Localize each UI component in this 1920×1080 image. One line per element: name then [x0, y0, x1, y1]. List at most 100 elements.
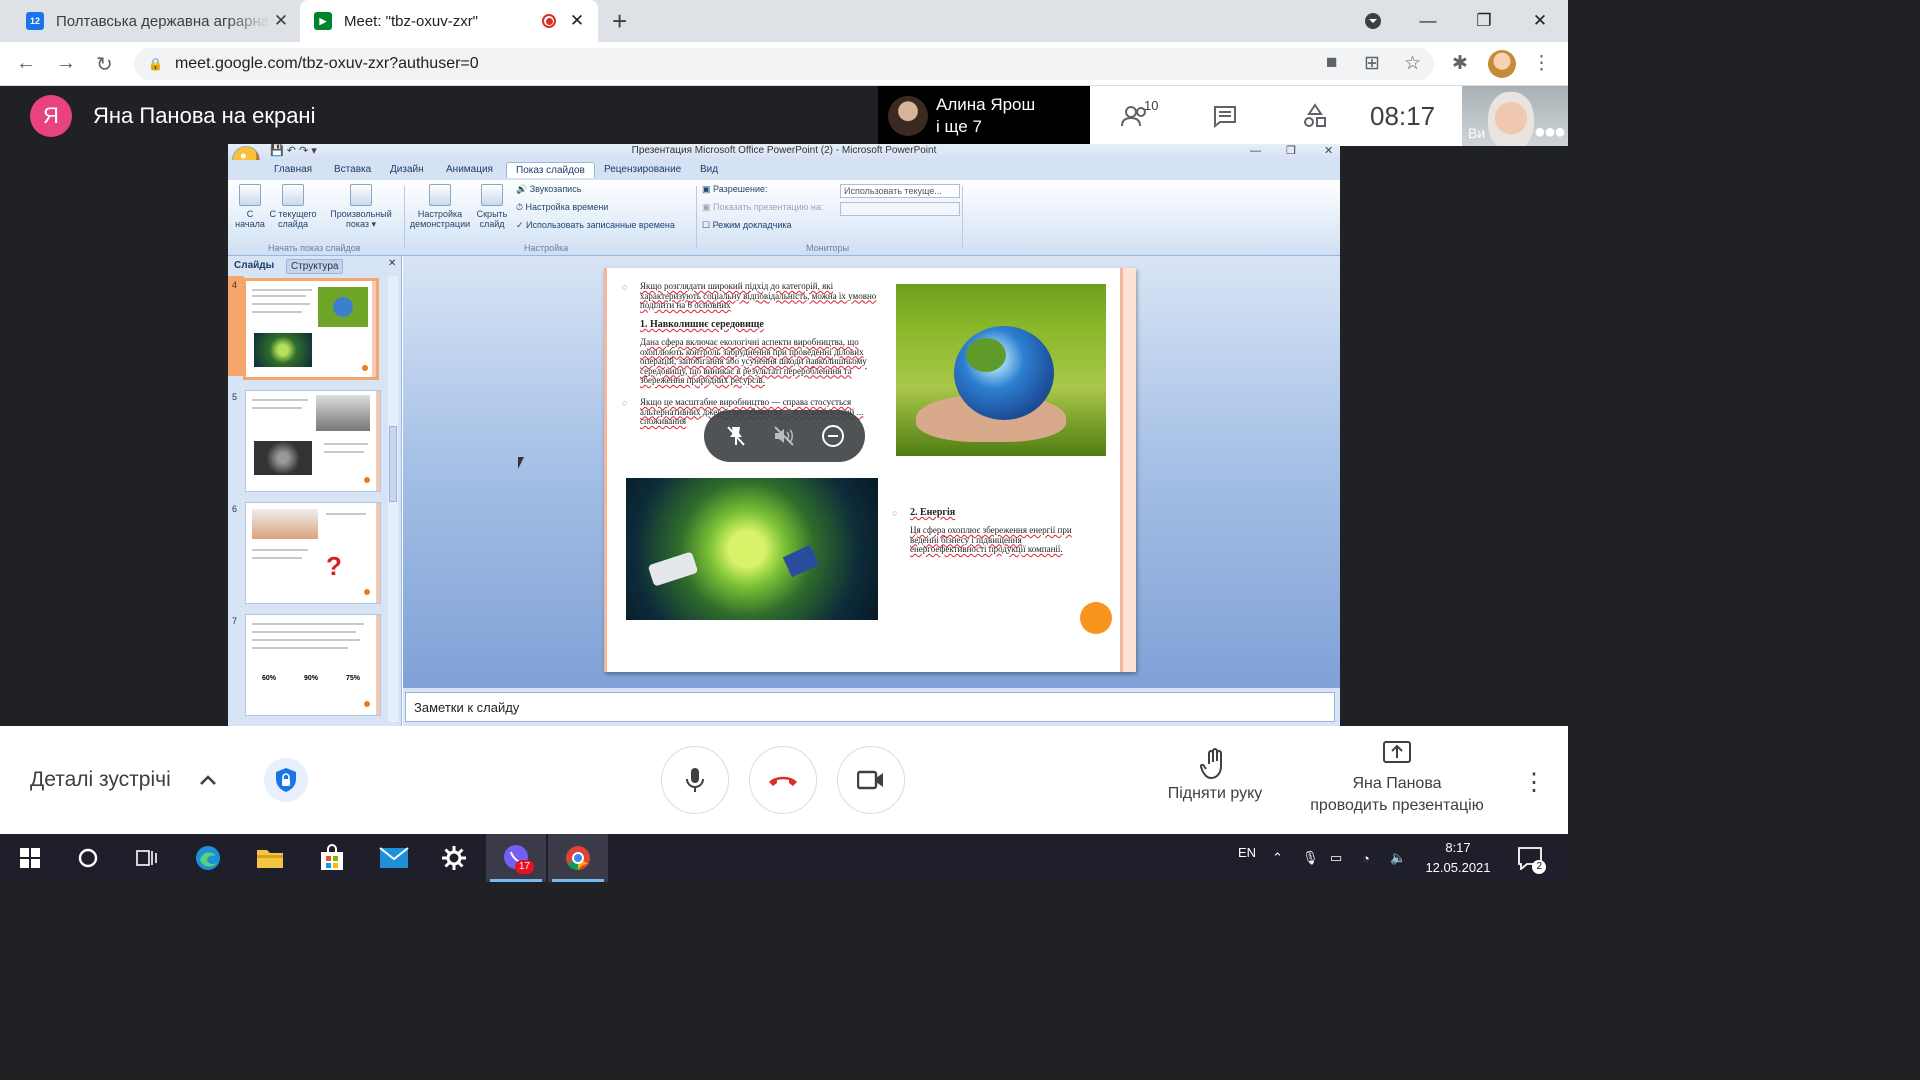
meet-icon: ▶ — [314, 12, 332, 30]
tab-design[interactable]: Дизайн — [390, 164, 424, 175]
from-current-button[interactable]: С текущего слайда — [268, 184, 318, 229]
profile-avatar[interactable] — [1488, 50, 1516, 78]
reload-icon[interactable]: ↻ — [96, 52, 113, 77]
slide-thumbnail[interactable] — [245, 390, 381, 492]
minimize-tile-icon[interactable] — [821, 424, 845, 448]
security-button[interactable] — [264, 758, 308, 802]
quick-access-toolbar[interactable]: 💾 ↶ ↷ ▾ — [270, 144, 317, 158]
translate-icon[interactable]: ⊞ — [1364, 52, 1380, 75]
from-start-button[interactable]: С начала — [232, 184, 268, 229]
slide-notes-field[interactable]: Заметки к слайду — [405, 692, 1335, 722]
setup-show-button[interactable]: Настройка демонстрации — [406, 184, 474, 229]
slide-canvas[interactable]: ○ Якщо розглядати широкий підхід до кате… — [604, 268, 1136, 672]
thumb-text — [252, 557, 302, 559]
back-icon[interactable]: ← — [16, 52, 36, 75]
tab-search-icon[interactable] — [1345, 0, 1401, 42]
rehearse-timings-button[interactable]: ⏱ Настройка времени — [516, 202, 608, 213]
taskbar-clock[interactable]: 8:17 12.05.2021 — [1420, 838, 1496, 878]
minimize-button[interactable]: — — [1400, 0, 1456, 42]
language-indicator[interactable]: EN — [1238, 828, 1256, 876]
close-tab-icon[interactable]: ✕ — [566, 11, 588, 31]
participant-tile[interactable]: Алина Ярош і ще 7 — [878, 86, 1090, 146]
ppt-minimize[interactable]: — — [1250, 144, 1261, 158]
battery-icon[interactable]: ▭ — [1330, 834, 1342, 882]
close-tab-icon[interactable]: ✕ — [270, 11, 292, 31]
show-on-select[interactable] — [840, 202, 960, 216]
microphone-button[interactable] — [661, 746, 729, 814]
microphone-icon — [686, 768, 704, 792]
activities-button[interactable] — [1270, 103, 1360, 129]
settings-button[interactable] — [424, 834, 484, 882]
slideshow-icon — [282, 184, 304, 206]
resolution-select[interactable]: Использовать текуще... — [840, 184, 960, 198]
land-shape — [966, 338, 1006, 372]
chevron-up-icon[interactable] — [198, 770, 218, 790]
tab-insert[interactable]: Вставка — [334, 164, 371, 175]
close-window-button[interactable]: ✕ — [1512, 0, 1568, 42]
tab-meet[interactable]: ▶ Meet: "tbz-oxuv-zxr" ✕ — [300, 0, 598, 42]
chrome-button[interactable] — [548, 834, 608, 882]
tab-review[interactable]: Рецензирование — [604, 164, 681, 175]
show-on-label: ▣ Показать презентацию на: — [702, 202, 824, 212]
unpin-icon[interactable] — [724, 424, 748, 448]
tab-animation[interactable]: Анимация — [446, 164, 493, 175]
presenter-view-checkbox[interactable]: ☐ Режим докладчика — [702, 220, 792, 231]
lock-icon[interactable]: 🔒 — [148, 57, 163, 71]
more-options-icon[interactable]: ⋮ — [1522, 768, 1546, 797]
camera-button[interactable] — [837, 746, 905, 814]
file-explorer-button[interactable] — [240, 834, 300, 882]
calendar-icon: 12 — [26, 12, 44, 30]
slide-thumbnail[interactable]: ? — [245, 502, 381, 604]
bookmark-star-icon[interactable]: ☆ — [1404, 52, 1421, 75]
search-button[interactable] — [58, 834, 118, 882]
self-view-tile[interactable]: Ви ●●● — [1462, 86, 1568, 146]
volume-icon[interactable]: 🔈 — [1390, 834, 1406, 882]
hide-slide-button[interactable]: Скрыть слайд — [474, 184, 510, 229]
people-button[interactable]: 10 — [1090, 98, 1180, 128]
mute-icon[interactable] — [772, 424, 796, 448]
store-button[interactable] — [302, 834, 362, 882]
panel-scrollbar[interactable] — [388, 276, 398, 722]
thumb-bar — [376, 503, 380, 603]
tab-slides[interactable]: Слайды — [230, 259, 278, 272]
menu-icon[interactable]: ⋮ — [1532, 52, 1551, 75]
microphone-tray-icon[interactable]: 🎙 — [1302, 834, 1319, 882]
ppt-restore[interactable]: ❐ — [1286, 144, 1296, 158]
self-options-icon[interactable]: ●●● — [1534, 121, 1566, 144]
camera-icon[interactable]: ■ — [1326, 52, 1337, 74]
camera-icon — [857, 770, 883, 790]
scroll-thumb[interactable] — [389, 426, 397, 502]
orange-dot — [1080, 602, 1112, 634]
tab-slideshow[interactable]: Показ слайдов — [506, 162, 595, 178]
show-hidden-icons[interactable]: ⌃ — [1272, 834, 1283, 882]
edge-button[interactable] — [178, 834, 238, 882]
raise-hand-button[interactable]: Підняти руку — [1162, 748, 1268, 803]
tab-home[interactable]: Главная — [274, 164, 312, 175]
start-button[interactable] — [0, 834, 60, 882]
address-bar[interactable]: 🔒 meet.google.com/tbz-oxuv-zxr?authuser=… — [134, 48, 1434, 80]
chat-button[interactable] — [1180, 104, 1270, 128]
extensions-icon[interactable]: ✱ — [1452, 52, 1468, 75]
mail-button[interactable] — [364, 834, 424, 882]
leave-call-button[interactable] — [749, 746, 817, 814]
task-view-button[interactable] — [116, 834, 176, 882]
record-narration-button[interactable]: 🔊 Звукозапись — [516, 184, 581, 195]
ppt-close[interactable]: ✕ — [1324, 144, 1333, 158]
tab-outline[interactable]: Структура — [286, 259, 344, 274]
slide-thumbnail[interactable]: 60% 90% 75% — [245, 614, 381, 716]
presentation-status-button[interactable]: Яна Панова проводить презентацію — [1300, 740, 1494, 817]
meeting-details-button[interactable]: Деталі зустрічі — [30, 768, 171, 792]
use-timings-checkbox[interactable]: ✓ Использовать записанные времена — [516, 220, 675, 231]
close-panel-icon[interactable]: ✕ — [388, 258, 396, 269]
taskbar-time: 8:17 — [1445, 840, 1471, 855]
tab-poltava[interactable]: 12 Полтавська державна аграрна а ✕ — [12, 0, 302, 42]
notifications-button[interactable]: 2 — [1500, 834, 1560, 882]
slide-thumbnail[interactable] — [243, 278, 379, 380]
custom-show-button[interactable]: Произвольный показ ▾ — [326, 184, 396, 229]
wifi-icon[interactable]: ◔ — [1362, 834, 1370, 882]
tab-view[interactable]: Вид — [700, 164, 718, 175]
viber-button[interactable]: 17 — [486, 834, 546, 882]
restore-button[interactable]: ❐ — [1456, 0, 1512, 42]
new-tab-button[interactable]: + — [612, 6, 627, 37]
forward-icon[interactable]: → — [56, 52, 76, 75]
